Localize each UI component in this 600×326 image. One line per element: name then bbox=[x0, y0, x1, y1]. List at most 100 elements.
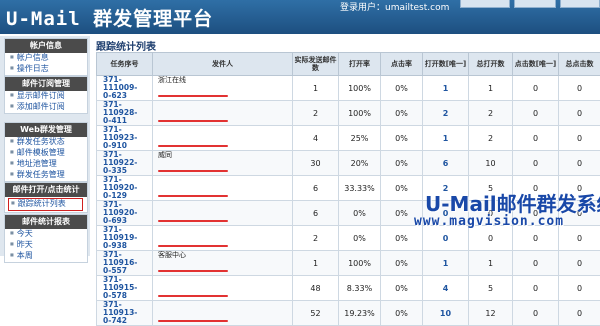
login-info: 登录用户：umailtest.com bbox=[340, 0, 449, 13]
table-row: 371-110915- 0-578 48 8.33% 0% 4 5 0 0 bbox=[97, 276, 600, 301]
clicks-total: 0 bbox=[559, 76, 600, 101]
opens-unique-link[interactable]: 6 bbox=[423, 151, 469, 176]
open-rate: 19.23% bbox=[339, 301, 381, 326]
sidebar-item-account-info[interactable]: 帐户信息 bbox=[5, 53, 87, 64]
sender-cell bbox=[153, 276, 293, 301]
sidebar-section-open-click: 邮件打开/点击统计 跟踪统计列表 bbox=[4, 182, 88, 213]
sent-count: 30 bbox=[293, 151, 339, 176]
opens-total: 12 bbox=[469, 301, 513, 326]
click-rate: 0% bbox=[381, 76, 423, 101]
opens-total: 1 bbox=[469, 76, 513, 101]
sender-cell bbox=[153, 301, 293, 326]
clicks-total: 0 bbox=[559, 276, 600, 301]
click-rate: 0% bbox=[381, 251, 423, 276]
task-id-link[interactable]: 371-110920- 0-693 bbox=[97, 201, 153, 226]
section-title: Web群发管理 bbox=[5, 123, 87, 137]
opens-unique-link[interactable]: 1 bbox=[423, 251, 469, 276]
header-button-1[interactable] bbox=[460, 0, 510, 8]
task-id-link[interactable]: 371-110923- 0-910 bbox=[97, 126, 153, 151]
clicks-total: 0 bbox=[559, 151, 600, 176]
sent-count: 6 bbox=[293, 201, 339, 226]
table-row: 371-110922- 0-335 威同 30 20% 0% 6 10 0 0 bbox=[97, 151, 600, 176]
opens-unique-link[interactable]: 1 bbox=[423, 76, 469, 101]
header-button-2[interactable] bbox=[514, 0, 556, 8]
opens-unique-link[interactable]: 4 bbox=[423, 276, 469, 301]
sender-cell: 浙江在线 bbox=[153, 76, 293, 101]
sent-count: 1 bbox=[293, 251, 339, 276]
task-id-link[interactable]: 371-110922- 0-335 bbox=[97, 151, 153, 176]
sender-cell: 威同 bbox=[153, 151, 293, 176]
click-rate: 0% bbox=[381, 151, 423, 176]
sender-cell bbox=[153, 101, 293, 126]
click-rate: 0% bbox=[381, 101, 423, 126]
opens-unique-link[interactable]: 1 bbox=[423, 126, 469, 151]
sidebar-item-show-subscription[interactable]: 显示邮件订阅 bbox=[5, 91, 87, 102]
section-title: 邮件打开/点击统计 bbox=[5, 183, 87, 197]
clicks-total: 0 bbox=[559, 251, 600, 276]
table-row: 371-110916- 0-557 客服中心 1 100% 0% 1 1 0 0 bbox=[97, 251, 600, 276]
sent-count: 1 bbox=[293, 76, 339, 101]
clicks-unique: 0 bbox=[513, 276, 559, 301]
clicks-unique: 0 bbox=[513, 126, 559, 151]
sender-cell bbox=[153, 176, 293, 201]
opens-total: 5 bbox=[469, 276, 513, 301]
app-header: U-Mail 群发管理平台 登录用户：umailtest.com bbox=[0, 0, 600, 34]
clicks-total: 0 bbox=[559, 101, 600, 126]
task-id-link[interactable]: 371-110915- 0-578 bbox=[97, 276, 153, 301]
clicks-unique: 0 bbox=[513, 101, 559, 126]
section-title: 邮件订阅管理 bbox=[5, 77, 87, 91]
task-id-link[interactable]: 371-110913- 0-742 bbox=[97, 301, 153, 326]
sidebar-item-yesterday[interactable]: 昨天 bbox=[5, 240, 87, 251]
sender-cell bbox=[153, 201, 293, 226]
opens-unique-link[interactable]: 10 bbox=[423, 301, 469, 326]
sidebar-section-account: 帐户信息 帐户信息 操作日志 bbox=[4, 38, 88, 76]
sidebar-item-address-pool[interactable]: 地址池管理 bbox=[5, 159, 87, 170]
column-header: 总点击数 bbox=[559, 53, 600, 76]
task-id-link[interactable]: 371-110928- 0-411 bbox=[97, 101, 153, 126]
task-id-link[interactable]: 371-110920- 0-129 bbox=[97, 176, 153, 201]
task-id-link[interactable]: 371-111009- 0-623 bbox=[97, 76, 153, 101]
click-rate: 0% bbox=[381, 226, 423, 251]
clicks-unique: 0 bbox=[513, 76, 559, 101]
table-row: 371-110923- 0-910 4 25% 0% 1 2 0 0 bbox=[97, 126, 600, 151]
column-header: 打开数[唯一] bbox=[423, 53, 469, 76]
sidebar-section-web-bulk: Web群发管理 群发任务状态 邮件模板管理 地址池管理 群发任务管理 bbox=[4, 122, 88, 182]
table-header-row: 任务序号 发件人 实际发送邮件数 打开率 点击率 打开数[唯一] 总打开数 点击… bbox=[97, 53, 600, 76]
sender-name: 客服中心 bbox=[158, 251, 186, 259]
sidebar-item-task-status[interactable]: 群发任务状态 bbox=[5, 137, 87, 148]
clicks-total: 0 bbox=[559, 126, 600, 151]
redacted-mark bbox=[158, 195, 228, 197]
header-button-3[interactable] bbox=[560, 0, 600, 8]
redacted-mark bbox=[158, 245, 228, 247]
sidebar-item-template-manage[interactable]: 邮件模板管理 bbox=[5, 148, 87, 159]
redacted-mark bbox=[158, 145, 228, 147]
sidebar-item-today[interactable]: 今天 bbox=[5, 229, 87, 240]
redacted-mark bbox=[158, 270, 228, 272]
table-row: 371-110913- 0-742 52 19.23% 0% 10 12 0 0 bbox=[97, 301, 600, 326]
sent-count: 4 bbox=[293, 126, 339, 151]
sidebar: 帐户信息 帐户信息 操作日志 邮件订阅管理 显示邮件订阅 添加邮件订阅 Web群… bbox=[0, 36, 90, 256]
open-rate: 33.33% bbox=[339, 176, 381, 201]
task-id-link[interactable]: 371-110916- 0-557 bbox=[97, 251, 153, 276]
opens-unique-link[interactable]: 2 bbox=[423, 101, 469, 126]
sender-name: 浙江在线 bbox=[158, 76, 186, 84]
table-row: 371-111009- 0-623 浙江在线 1 100% 0% 1 1 0 0 bbox=[97, 76, 600, 101]
redacted-mark bbox=[158, 220, 228, 222]
sidebar-item-tracking-list[interactable]: 跟踪统计列表 bbox=[8, 198, 83, 211]
click-rate: 0% bbox=[381, 301, 423, 326]
redacted-mark bbox=[158, 95, 228, 97]
open-rate: 100% bbox=[339, 101, 381, 126]
sidebar-item-operation-log[interactable]: 操作日志 bbox=[5, 64, 87, 75]
sidebar-item-this-week[interactable]: 本周 bbox=[5, 251, 87, 262]
open-rate: 0% bbox=[339, 201, 381, 226]
section-title: 邮件统计报表 bbox=[5, 215, 87, 229]
sidebar-item-add-subscription[interactable]: 添加邮件订阅 bbox=[5, 102, 87, 113]
sidebar-item-task-manage[interactable]: 群发任务管理 bbox=[5, 170, 87, 181]
task-id-link[interactable]: 371-110919- 0-938 bbox=[97, 226, 153, 251]
sent-count: 2 bbox=[293, 101, 339, 126]
opens-total: 10 bbox=[469, 151, 513, 176]
sent-count: 6 bbox=[293, 176, 339, 201]
sidebar-section-subscription: 邮件订阅管理 显示邮件订阅 添加邮件订阅 bbox=[4, 76, 88, 114]
open-rate: 20% bbox=[339, 151, 381, 176]
opens-unique-link[interactable]: 0 bbox=[423, 226, 469, 251]
